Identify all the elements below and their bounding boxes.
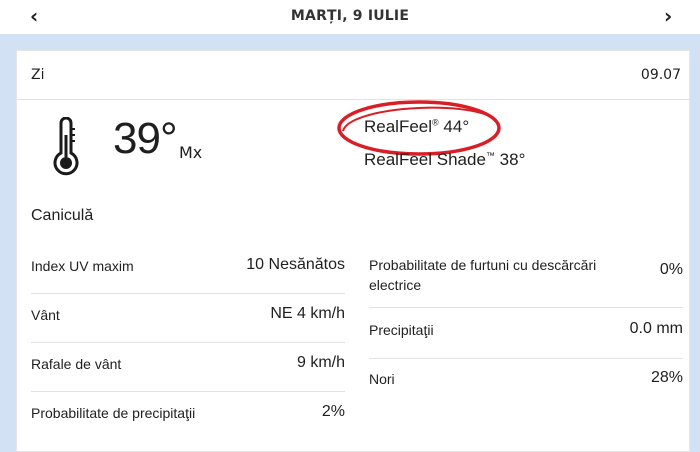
thermometer-icon <box>51 116 81 183</box>
detail-label: Index UV maxim <box>31 258 134 274</box>
realfeel-shade-value: 38° <box>499 150 526 169</box>
detail-row: Vânt NE 4 km/h <box>31 294 345 343</box>
realfeel-mark: ® <box>432 117 439 128</box>
detail-value: NE 4 km/h <box>270 305 345 322</box>
detail-label: Nori <box>369 371 395 387</box>
detail-row: Precipitaţii 0.0 mm <box>369 308 683 359</box>
detail-row: Rafale de vânt 9 km/h <box>31 343 345 392</box>
detail-value: 2% <box>321 403 345 420</box>
detail-row: Probabilitate de precipitaţii 2% <box>31 392 345 440</box>
detail-value: 0% <box>659 261 683 278</box>
detail-label: Vânt <box>31 307 60 323</box>
detail-label: Precipitaţii <box>369 322 434 338</box>
realfeel-label: RealFeel <box>364 117 433 136</box>
detail-value: 10 Nesănătos <box>246 256 345 273</box>
realfeel-shade: RealFeel Shade™ 38° <box>364 150 525 170</box>
detail-value: 0.0 mm <box>629 320 683 337</box>
detail-value: 9 km/h <box>296 354 345 371</box>
realfeel-shade-label: RealFeel Shade <box>364 150 486 169</box>
detail-label: Rafale de vânt <box>31 356 122 372</box>
detail-label: Probabilitate de precipitaţii <box>31 405 196 421</box>
date-navigation-bar: ‹ MARȚI, 9 IULIE › <box>0 0 700 34</box>
temperature-max: 39° <box>113 114 178 163</box>
realfeel: RealFeel® 44° <box>364 117 469 137</box>
chevron-right-icon[interactable]: › <box>664 4 672 28</box>
detail-row: Probabilitate de furtuni cu descărcări e… <box>369 245 683 308</box>
details-left-column: Index UV maxim 10 Nesănătos Vânt NE 4 km… <box>31 245 345 440</box>
day-forecast-card: Zi 09.07 39° Mx RealFeel® 44° RealFeel S… <box>16 50 690 452</box>
detail-row: Index UV maxim 10 Nesănătos <box>31 245 345 294</box>
weather-phrase: Caniculă <box>31 207 94 224</box>
details-right-column: Probabilitate de furtuni cu descărcări e… <box>369 245 683 407</box>
forecast-date: 09.07 <box>640 67 681 83</box>
detail-value: 28% <box>650 369 683 386</box>
date-title: MARȚI, 9 IULIE <box>290 8 410 24</box>
period-label: Zi <box>31 67 45 83</box>
temperature-max-suffix: Mx <box>179 143 203 162</box>
detail-row: Nori 28% <box>369 359 683 407</box>
detail-label: Probabilitate de furtuni cu descărcări e… <box>369 257 597 293</box>
realfeel-shade-mark: ™ <box>485 150 495 161</box>
realfeel-value: 44° <box>443 117 470 136</box>
card-header: Zi 09.07 <box>17 51 689 100</box>
